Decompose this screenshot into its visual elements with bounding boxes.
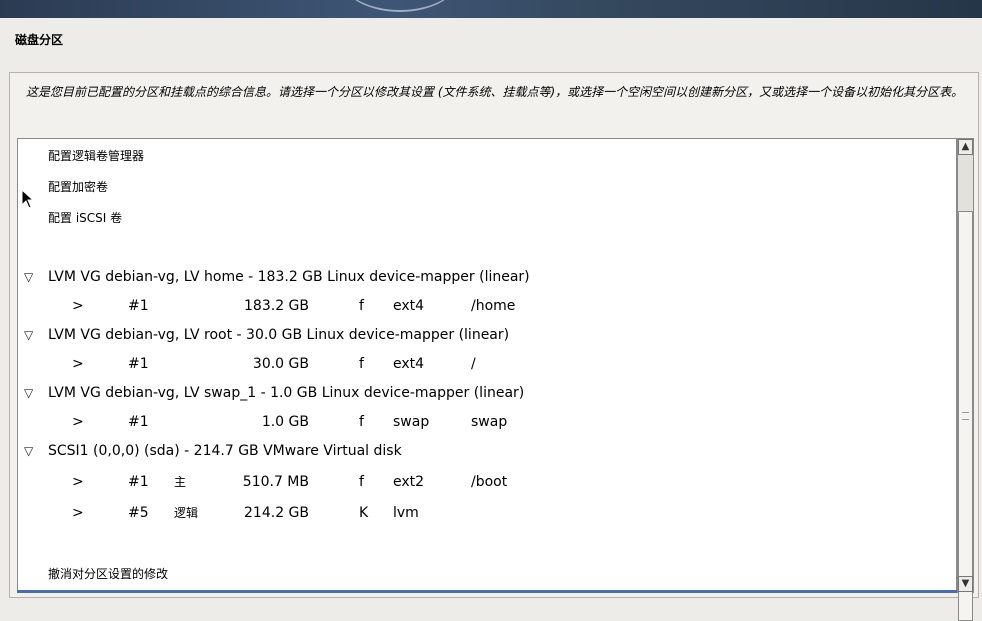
partition-mount: / <box>471 356 476 372</box>
partition-row[interactable]: > #1 1.0 GB f swap swap <box>18 408 956 436</box>
partition-marker: > <box>72 505 84 521</box>
mouse-pointer-icon <box>21 189 33 209</box>
partition-flag: f <box>359 414 364 430</box>
list-scrollbar[interactable]: ▲ ▼ <box>957 138 974 621</box>
banner-logo-arc <box>340 0 460 12</box>
partition-number: #5 <box>128 505 149 521</box>
partition-size: 183.2 GB <box>244 298 309 314</box>
menu-item-iscsi[interactable]: 配置 iSCSI 卷 <box>18 204 956 232</box>
partition-list[interactable]: 配置逻辑卷管理器 配置加密卷 配置 iSCSI 卷 ▽ LVM VG debia… <box>17 138 957 593</box>
description-text: 这是您目前已配置的分区和挂载点的综合信息。请选择一个分区以修改其设置 (文件系统… <box>26 85 964 99</box>
arrow-up-icon[interactable]: ▲ <box>958 139 973 155</box>
partition-row[interactable]: > #1 主 510.7 MB f ext2 /boot <box>18 468 956 496</box>
grip-icon <box>962 412 969 420</box>
partition-marker: > <box>72 414 84 430</box>
device-row-swap[interactable]: ▽ LVM VG debian-vg, LV swap_1 - 1.0 GB L… <box>18 379 956 407</box>
partition-mount: swap <box>471 414 508 430</box>
partition-marker: > <box>72 298 84 314</box>
triangle-down-icon[interactable]: ▽ <box>24 263 33 291</box>
triangle-down-icon[interactable]: ▽ <box>24 379 33 407</box>
device-row-root[interactable]: ▽ LVM VG debian-vg, LV root - 30.0 GB Li… <box>18 321 956 349</box>
partition-mount: /home <box>471 298 516 314</box>
partition-type: 逻辑 <box>174 506 199 520</box>
partition-fs: ext4 <box>393 298 425 314</box>
partition-number: #1 <box>128 474 149 490</box>
partition-fs: lvm <box>393 505 419 521</box>
partition-size: 510.7 MB <box>242 474 309 490</box>
partition-row[interactable]: > #1 183.2 GB f ext4 /home <box>18 292 956 320</box>
partition-row[interactable]: > #5 逻辑 214.2 GB K lvm <box>18 499 956 527</box>
device-row-sda[interactable]: ▽ SCSI1 (0,0,0) (sda) - 214.7 GB VMware … <box>18 437 956 465</box>
partition-mount: /boot <box>471 474 508 490</box>
partition-row[interactable]: > #1 30.0 GB f ext4 / <box>18 350 956 378</box>
page-title: 磁盘分区 <box>15 33 64 47</box>
partition-marker: > <box>72 474 84 490</box>
menu-item-crypto[interactable]: 配置加密卷 <box>18 173 956 201</box>
partition-flag: f <box>359 474 364 490</box>
partition-fs: ext4 <box>393 356 425 372</box>
partition-size: 30.0 GB <box>252 356 309 372</box>
partition-number: #1 <box>128 414 149 430</box>
top-banner <box>0 0 982 18</box>
partition-size: 1.0 GB <box>261 414 309 430</box>
scrollbar-thumb[interactable] <box>958 211 973 621</box>
partition-flag: f <box>359 356 364 372</box>
partition-size: 214.2 GB <box>244 505 309 521</box>
menu-item-label: 配置 iSCSI 卷 <box>48 211 123 225</box>
triangle-down-icon[interactable]: ▽ <box>24 437 33 465</box>
partition-marker: > <box>72 356 84 372</box>
menu-item-label: 配置逻辑卷管理器 <box>48 149 145 163</box>
device-label: LVM VG debian-vg, LV root - 30.0 GB Linu… <box>48 327 510 343</box>
arrow-down-icon[interactable]: ▼ <box>958 576 973 592</box>
menu-item-label: 配置加密卷 <box>48 180 109 194</box>
device-row-home[interactable]: ▽ LVM VG debian-vg, LV home - 183.2 GB L… <box>18 263 956 291</box>
partition-fs: ext2 <box>393 474 425 490</box>
triangle-down-icon[interactable]: ▽ <box>24 321 33 349</box>
partition-number: #1 <box>128 298 149 314</box>
selection-highlight-edge <box>17 590 957 593</box>
menu-item-lvm[interactable]: 配置逻辑卷管理器 <box>18 142 956 170</box>
device-label: SCSI1 (0,0,0) (sda) - 214.7 GB VMware Vi… <box>48 443 402 459</box>
partition-type: 主 <box>174 475 187 489</box>
device-label: LVM VG debian-vg, LV swap_1 - 1.0 GB Lin… <box>48 385 525 401</box>
device-label: LVM VG debian-vg, LV home - 183.2 GB Lin… <box>48 269 530 285</box>
partition-fs: swap <box>393 414 430 430</box>
partition-flag: K <box>359 505 369 521</box>
partition-number: #1 <box>128 356 149 372</box>
undo-changes-label: 撤消对分区设置的修改 <box>48 567 169 581</box>
undo-changes-item[interactable]: 撤消对分区设置的修改 <box>18 560 956 588</box>
partition-flag: f <box>359 298 364 314</box>
